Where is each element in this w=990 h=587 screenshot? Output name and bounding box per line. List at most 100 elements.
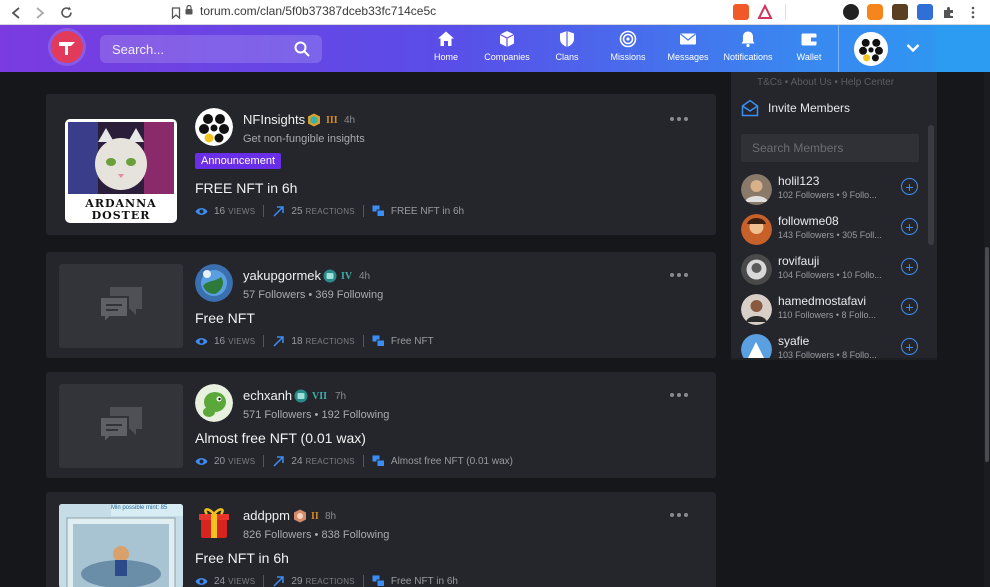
post-card[interactable]: yakupgormek IV 4h 57 Followers • 369 Fol…	[46, 252, 716, 358]
following-count[interactable]: 838 Following	[321, 529, 389, 541]
nav-divider	[838, 25, 839, 72]
member-avatar[interactable]	[741, 214, 772, 245]
topic-name[interactable]: FREE NFT in 6h	[391, 206, 464, 217]
topic-name[interactable]: Free NFT in 6h	[391, 576, 458, 587]
author-name[interactable]: NFInsights	[243, 112, 305, 127]
follow-plus-icon[interactable]: +	[901, 218, 918, 235]
follow-plus-icon[interactable]: +	[901, 298, 918, 315]
member-avatar[interactable]	[741, 174, 772, 205]
member-avatar[interactable]	[741, 334, 772, 358]
post-thumbnail[interactable]: ARDANNA DOSTER	[65, 119, 177, 223]
author-avatar[interactable]	[195, 504, 233, 542]
member-search-input[interactable]	[752, 141, 912, 155]
metamask-icon[interactable]	[867, 4, 883, 20]
post-title[interactable]: Free NFT in 6h	[195, 550, 289, 566]
post-age: 8h	[325, 511, 337, 522]
envelope-icon	[680, 33, 696, 45]
brave-shield-icon[interactable]	[733, 4, 749, 20]
nav-notifications[interactable]: Notifications	[720, 30, 776, 70]
reactions-label: REACTIONS	[305, 206, 355, 216]
more-options-icon[interactable]	[670, 513, 688, 519]
rank-level: VII	[312, 391, 328, 402]
following-count[interactable]: 369 Following	[315, 289, 383, 301]
footer-links[interactable]: T&Cs • About Us • Help Center	[757, 77, 894, 88]
member-row[interactable]: syafie 103 Followers • 8 Follo... +	[741, 332, 929, 358]
post-thumbnail[interactable]: Min possible mint: 85	[59, 504, 183, 587]
more-options-icon[interactable]	[670, 117, 688, 123]
member-name[interactable]: hamedmostafavi	[778, 294, 866, 308]
chevron-down-icon[interactable]	[905, 40, 921, 56]
post-title[interactable]: Free NFT	[195, 310, 255, 326]
author-avatar[interactable]	[195, 108, 233, 146]
post-card[interactable]: ARDANNA DOSTER NFInsights III 4h Get non…	[46, 94, 716, 235]
member-name[interactable]: rovifauji	[778, 254, 819, 268]
followers-count[interactable]: 571 Followers	[243, 409, 311, 421]
invite-members-button[interactable]: Invite Members	[741, 99, 850, 117]
post-stats: 20 VIEWS 24 REACTIONS Almost free NFT (0…	[195, 454, 513, 468]
back-icon[interactable]	[4, 0, 28, 25]
follow-plus-icon[interactable]: +	[901, 258, 918, 275]
nav-messages[interactable]: Messages	[665, 30, 711, 70]
member-search-bar[interactable]	[741, 134, 919, 162]
following-count[interactable]: 192 Following	[321, 409, 389, 421]
post-card[interactable]: echxanh VII 7h 571 Followers • 192 Follo…	[46, 372, 716, 478]
page-scrollbar[interactable]	[984, 72, 990, 587]
more-options-icon[interactable]	[670, 273, 688, 279]
torum-logo[interactable]	[51, 31, 83, 63]
author-name[interactable]: yakupgormek	[243, 268, 321, 283]
reload-icon[interactable]	[54, 0, 78, 25]
post-title[interactable]: Almost free NFT (0.01 wax)	[195, 430, 366, 446]
address-bar[interactable]: torum.com/clan/5f0b37387dceb33fc714ce5c	[200, 4, 436, 18]
member-stats: 110 Followers • 8 Follo...	[778, 310, 877, 320]
member-name[interactable]: holil123	[778, 174, 819, 188]
follow-plus-icon[interactable]: +	[901, 338, 918, 355]
member-avatar[interactable]	[741, 254, 772, 285]
topic-name[interactable]: Almost free NFT (0.01 wax)	[391, 456, 513, 467]
follow-plus-icon[interactable]: +	[901, 178, 918, 195]
member-name[interactable]: syafie	[778, 334, 809, 348]
search-icon[interactable]	[294, 41, 310, 57]
more-options-icon[interactable]	[670, 393, 688, 399]
post-card[interactable]: Min possible mint: 85 addppm II 8h 826 F…	[46, 492, 716, 587]
search-input[interactable]	[112, 41, 282, 57]
view-count: 16	[214, 205, 226, 217]
search-bar[interactable]	[100, 35, 322, 63]
home-icon	[438, 31, 454, 46]
member-name[interactable]: followme08	[778, 214, 839, 228]
post-stats: 16 VIEWS 18 REACTIONS Free NFT	[195, 334, 434, 348]
user-avatar[interactable]	[854, 32, 888, 66]
nav-clans[interactable]: Clans	[551, 30, 583, 70]
page-scrollbar-thumb[interactable]	[985, 247, 989, 462]
nav-wallet[interactable]: Wallet	[791, 30, 827, 70]
extensions-puzzle-icon[interactable]	[936, 0, 960, 25]
extension-icon-1[interactable]	[843, 4, 859, 20]
author-avatar[interactable]	[195, 264, 233, 302]
member-row[interactable]: followme08 143 Followers • 305 Foll... +	[741, 212, 929, 248]
nav-companies[interactable]: Companies	[482, 30, 532, 70]
browser-menu-icon[interactable]	[961, 0, 985, 25]
member-row[interactable]: holil123 102 Followers • 9 Follo... +	[741, 172, 929, 208]
forward-icon[interactable]	[28, 0, 52, 25]
stats-divider	[362, 335, 364, 347]
announcement-tag[interactable]: Announcement	[195, 153, 281, 169]
post-thumbnail-placeholder[interactable]	[59, 384, 183, 468]
author-name[interactable]: addppm	[243, 508, 290, 523]
member-avatar[interactable]	[741, 294, 772, 325]
extension-icon-3[interactable]	[892, 4, 908, 20]
author-avatar[interactable]	[195, 384, 233, 422]
member-row[interactable]: rovifauji 104 Followers • 10 Follo... +	[741, 252, 929, 288]
nav-missions[interactable]: Missions	[606, 30, 650, 70]
post-thumbnail-placeholder[interactable]	[59, 264, 183, 348]
members-panel: T&Cs • About Us • Help Center Invite Mem…	[731, 72, 937, 358]
member-row[interactable]: hamedmostafavi 110 Followers • 8 Follo..…	[741, 292, 929, 328]
chat-bubbles-icon	[99, 407, 142, 445]
post-title[interactable]: FREE NFT in 6h	[195, 180, 297, 196]
author-name[interactable]: echxanh	[243, 388, 292, 403]
followers-count[interactable]: 57 Followers	[243, 289, 305, 301]
extension-icon-4[interactable]	[917, 4, 933, 20]
topic-name[interactable]: Free NFT	[391, 336, 434, 347]
nav-home[interactable]: Home	[430, 30, 462, 70]
brave-rewards-icon[interactable]	[757, 3, 773, 20]
members-scrollbar[interactable]	[928, 125, 934, 245]
followers-count[interactable]: 826 Followers	[243, 529, 311, 541]
